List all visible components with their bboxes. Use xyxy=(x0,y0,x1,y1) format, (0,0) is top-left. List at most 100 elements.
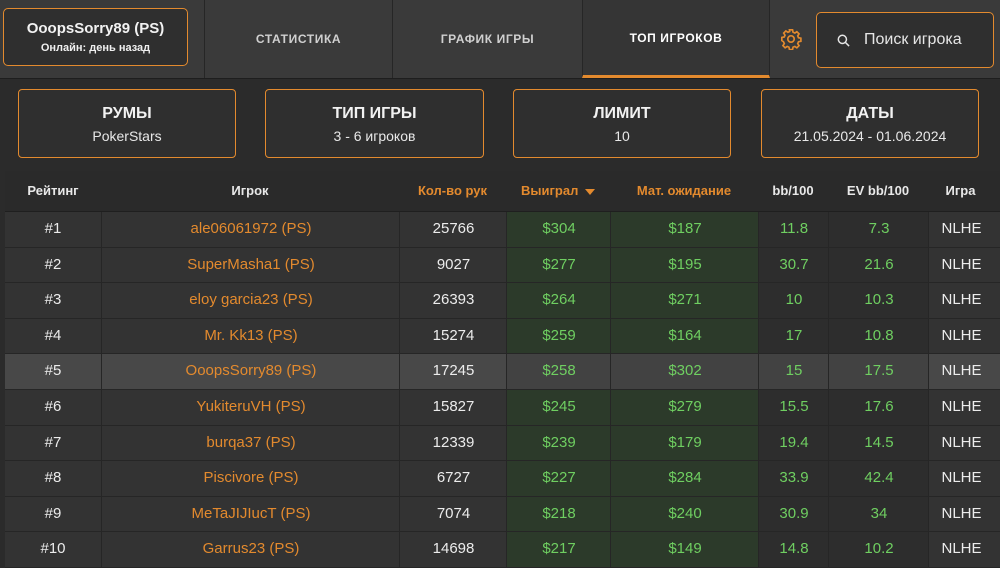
tab-statistics[interactable]: СТАТИСТИКА xyxy=(204,0,392,78)
cell-hands: 6727 xyxy=(399,461,507,496)
cell-won: $217 xyxy=(506,532,611,567)
table-row[interactable]: #5 OoopsSorry89 (PS) 17245 $258 $302 15 17.5 NL… xyxy=(5,354,1000,390)
cell-player[interactable]: ale06061972 (PS) xyxy=(101,212,400,247)
cell-player[interactable]: burqa37 (PS) xyxy=(101,425,400,461)
search-icon xyxy=(837,34,850,47)
profile-status: Онлайн: день назад xyxy=(40,42,151,54)
cell-ev-bb100: 14.5 xyxy=(828,425,929,461)
cell-player[interactable]: eloy garcia23 (PS) xyxy=(101,283,400,318)
cell-hands: 26393 xyxy=(399,283,507,318)
table-row[interactable]: #2 SuperMasha1 (PS) 9027 $277 $195 30.7 21.6 NL… xyxy=(5,247,1000,284)
cell-ev: $164 xyxy=(610,318,759,354)
header-ev[interactable]: Мат. ожидание xyxy=(610,171,758,211)
profile-name: OoopsSorry89 (PS) xyxy=(26,20,165,37)
table-row[interactable]: #8 Piscivore (PS) 6727 $227 $284 33.9 42.4 NLHE xyxy=(5,461,1000,497)
cell-rank: #1 xyxy=(44,220,62,237)
cell-ev-bb100: 21.6 xyxy=(828,247,929,283)
cell-bb100: 33.9 xyxy=(758,461,829,496)
cell-bb100: 17 xyxy=(758,318,829,354)
sort-desc-icon xyxy=(584,188,595,195)
cell-hands: 9027 xyxy=(399,247,507,283)
cell-game: NLHE xyxy=(928,425,994,461)
cell-ev: $195 xyxy=(610,247,759,283)
filter-game-type-value: 3 - 6 игроков xyxy=(333,128,416,144)
cell-won: $239 xyxy=(506,425,611,461)
top-navigation: OoopsSorry89 (PS) Онлайн: день назад СТА… xyxy=(0,0,1000,79)
cell-won: $264 xyxy=(506,283,611,318)
cell-won: $259 xyxy=(506,318,611,354)
cell-hands: 15827 xyxy=(399,389,507,425)
cell-hands: 7074 xyxy=(399,496,507,532)
cell-ev-bb100: 17.6 xyxy=(828,389,929,425)
cell-ev-bb100: 10.2 xyxy=(828,532,929,567)
cell-ev: $149 xyxy=(610,532,759,567)
table-row[interactable]: #6 YukiteruVH (PS) 15827 $245 $279 15.5 17.6 NL… xyxy=(5,389,1000,426)
cell-ev: $284 xyxy=(610,461,759,496)
cell-ev-bb100: 10.8 xyxy=(828,318,929,354)
cell-bb100: 15 xyxy=(758,354,829,389)
table-row[interactable]: #1 ale06061972 (PS) 25766 $304 $187 11.8 7.3 NL… xyxy=(5,212,1000,248)
cell-game: NLHE xyxy=(928,247,994,283)
cell-hands: 15274 xyxy=(399,318,507,354)
cell-hands: 14698 xyxy=(399,532,507,567)
filter-game-type[interactable]: ТИП ИГРЫ 3 - 6 игроков xyxy=(265,89,484,158)
cell-won: $258 xyxy=(506,354,611,389)
header-game[interactable]: Игра xyxy=(928,171,993,211)
cell-game: NLHE xyxy=(928,532,994,567)
cell-rank: #7 xyxy=(44,433,62,451)
cell-hands: 25766 xyxy=(399,212,507,247)
table-row[interactable]: #3 eloy garcia23 (PS) 26393 $264 $271 10 10.3 N… xyxy=(5,283,1000,319)
filter-limit[interactable]: ЛИМИТ 10 xyxy=(513,89,731,158)
filter-rooms[interactable]: РУМЫ PokerStars xyxy=(18,89,236,158)
cell-player[interactable]: OoopsSorry89 (PS) xyxy=(101,354,400,389)
filter-limit-value: 10 xyxy=(614,128,630,144)
cell-rank: #6 xyxy=(44,397,62,415)
table-row[interactable]: #7 burqa37 (PS) 12339 $239 $179 19.4 14.5 NLHE xyxy=(5,425,1000,462)
header-hands[interactable]: Кол-во рук xyxy=(399,171,506,211)
cell-rank: #3 xyxy=(44,291,62,309)
search-box[interactable] xyxy=(816,12,994,68)
cell-bb100: 19.4 xyxy=(758,425,829,461)
cell-won: $218 xyxy=(506,496,611,532)
cell-game: NLHE xyxy=(928,389,994,425)
cell-ev-bb100: 7.3 xyxy=(828,212,929,247)
header-player[interactable]: Игрок xyxy=(101,171,399,211)
gear-icon[interactable] xyxy=(780,28,802,50)
table-header: Рейтинг Игрок Кол-во рук Выиграл Мат. ож… xyxy=(5,171,1000,212)
profile-card[interactable]: OoopsSorry89 (PS) Онлайн: день назад xyxy=(3,8,188,66)
table-row[interactable]: #9 MeTaJIJIucT (PS) 7074 $218 $240 30.9 34 NLHE xyxy=(5,496,1000,533)
tab-game-graph[interactable]: ГРАФИК ИГРЫ xyxy=(392,0,582,78)
top-players-table: Рейтинг Игрок Кол-во рук Выиграл Мат. ож… xyxy=(5,171,1000,568)
cell-game: NLHE xyxy=(928,461,994,496)
cell-player[interactable]: Piscivore (PS) xyxy=(101,461,400,496)
cell-player[interactable]: MeTaJIJIucT (PS) xyxy=(101,496,400,532)
cell-player[interactable]: SuperMasha1 (PS) xyxy=(101,247,400,283)
cell-player[interactable]: Garrus23 (PS) xyxy=(101,532,400,567)
filter-limit-title: ЛИМИТ xyxy=(593,105,651,122)
table-row[interactable]: #4 Mr. Kk13 (PS) 15274 $259 $164 17 10.8 NLHE xyxy=(5,318,1000,355)
cell-player[interactable]: YukiteruVH (PS) xyxy=(101,389,400,425)
cell-ev: $271 xyxy=(610,283,759,318)
filter-dates[interactable]: ДАТЫ 21.05.2024 - 01.06.2024 xyxy=(761,89,979,158)
cell-game: NLHE xyxy=(928,496,994,532)
cell-bb100: 30.9 xyxy=(758,496,829,532)
cell-game: NLHE xyxy=(928,212,994,247)
cell-rank: #10 xyxy=(40,540,66,558)
cell-ev: $279 xyxy=(610,389,759,425)
cell-ev: $302 xyxy=(610,354,759,389)
cell-game: NLHE xyxy=(928,283,994,318)
cell-ev: $187 xyxy=(610,212,759,247)
header-won[interactable]: Выиграл xyxy=(506,171,610,211)
header-ev-bb100[interactable]: EV bb/100 xyxy=(828,171,928,211)
search-input[interactable] xyxy=(862,30,986,50)
cell-hands: 17245 xyxy=(399,354,507,389)
header-rank[interactable]: Рейтинг xyxy=(5,171,101,211)
cell-ev-bb100: 10.3 xyxy=(828,283,929,318)
cell-rank: #9 xyxy=(44,504,62,522)
header-bb100[interactable]: bb/100 xyxy=(758,171,828,211)
cell-player[interactable]: Mr. Kk13 (PS) xyxy=(101,318,400,354)
cell-ev-bb100: 34 xyxy=(828,496,929,532)
cell-ev: $179 xyxy=(610,425,759,461)
cell-won: $245 xyxy=(506,389,611,425)
tab-top-players[interactable]: ТОП ИГРОКОВ xyxy=(582,0,770,78)
